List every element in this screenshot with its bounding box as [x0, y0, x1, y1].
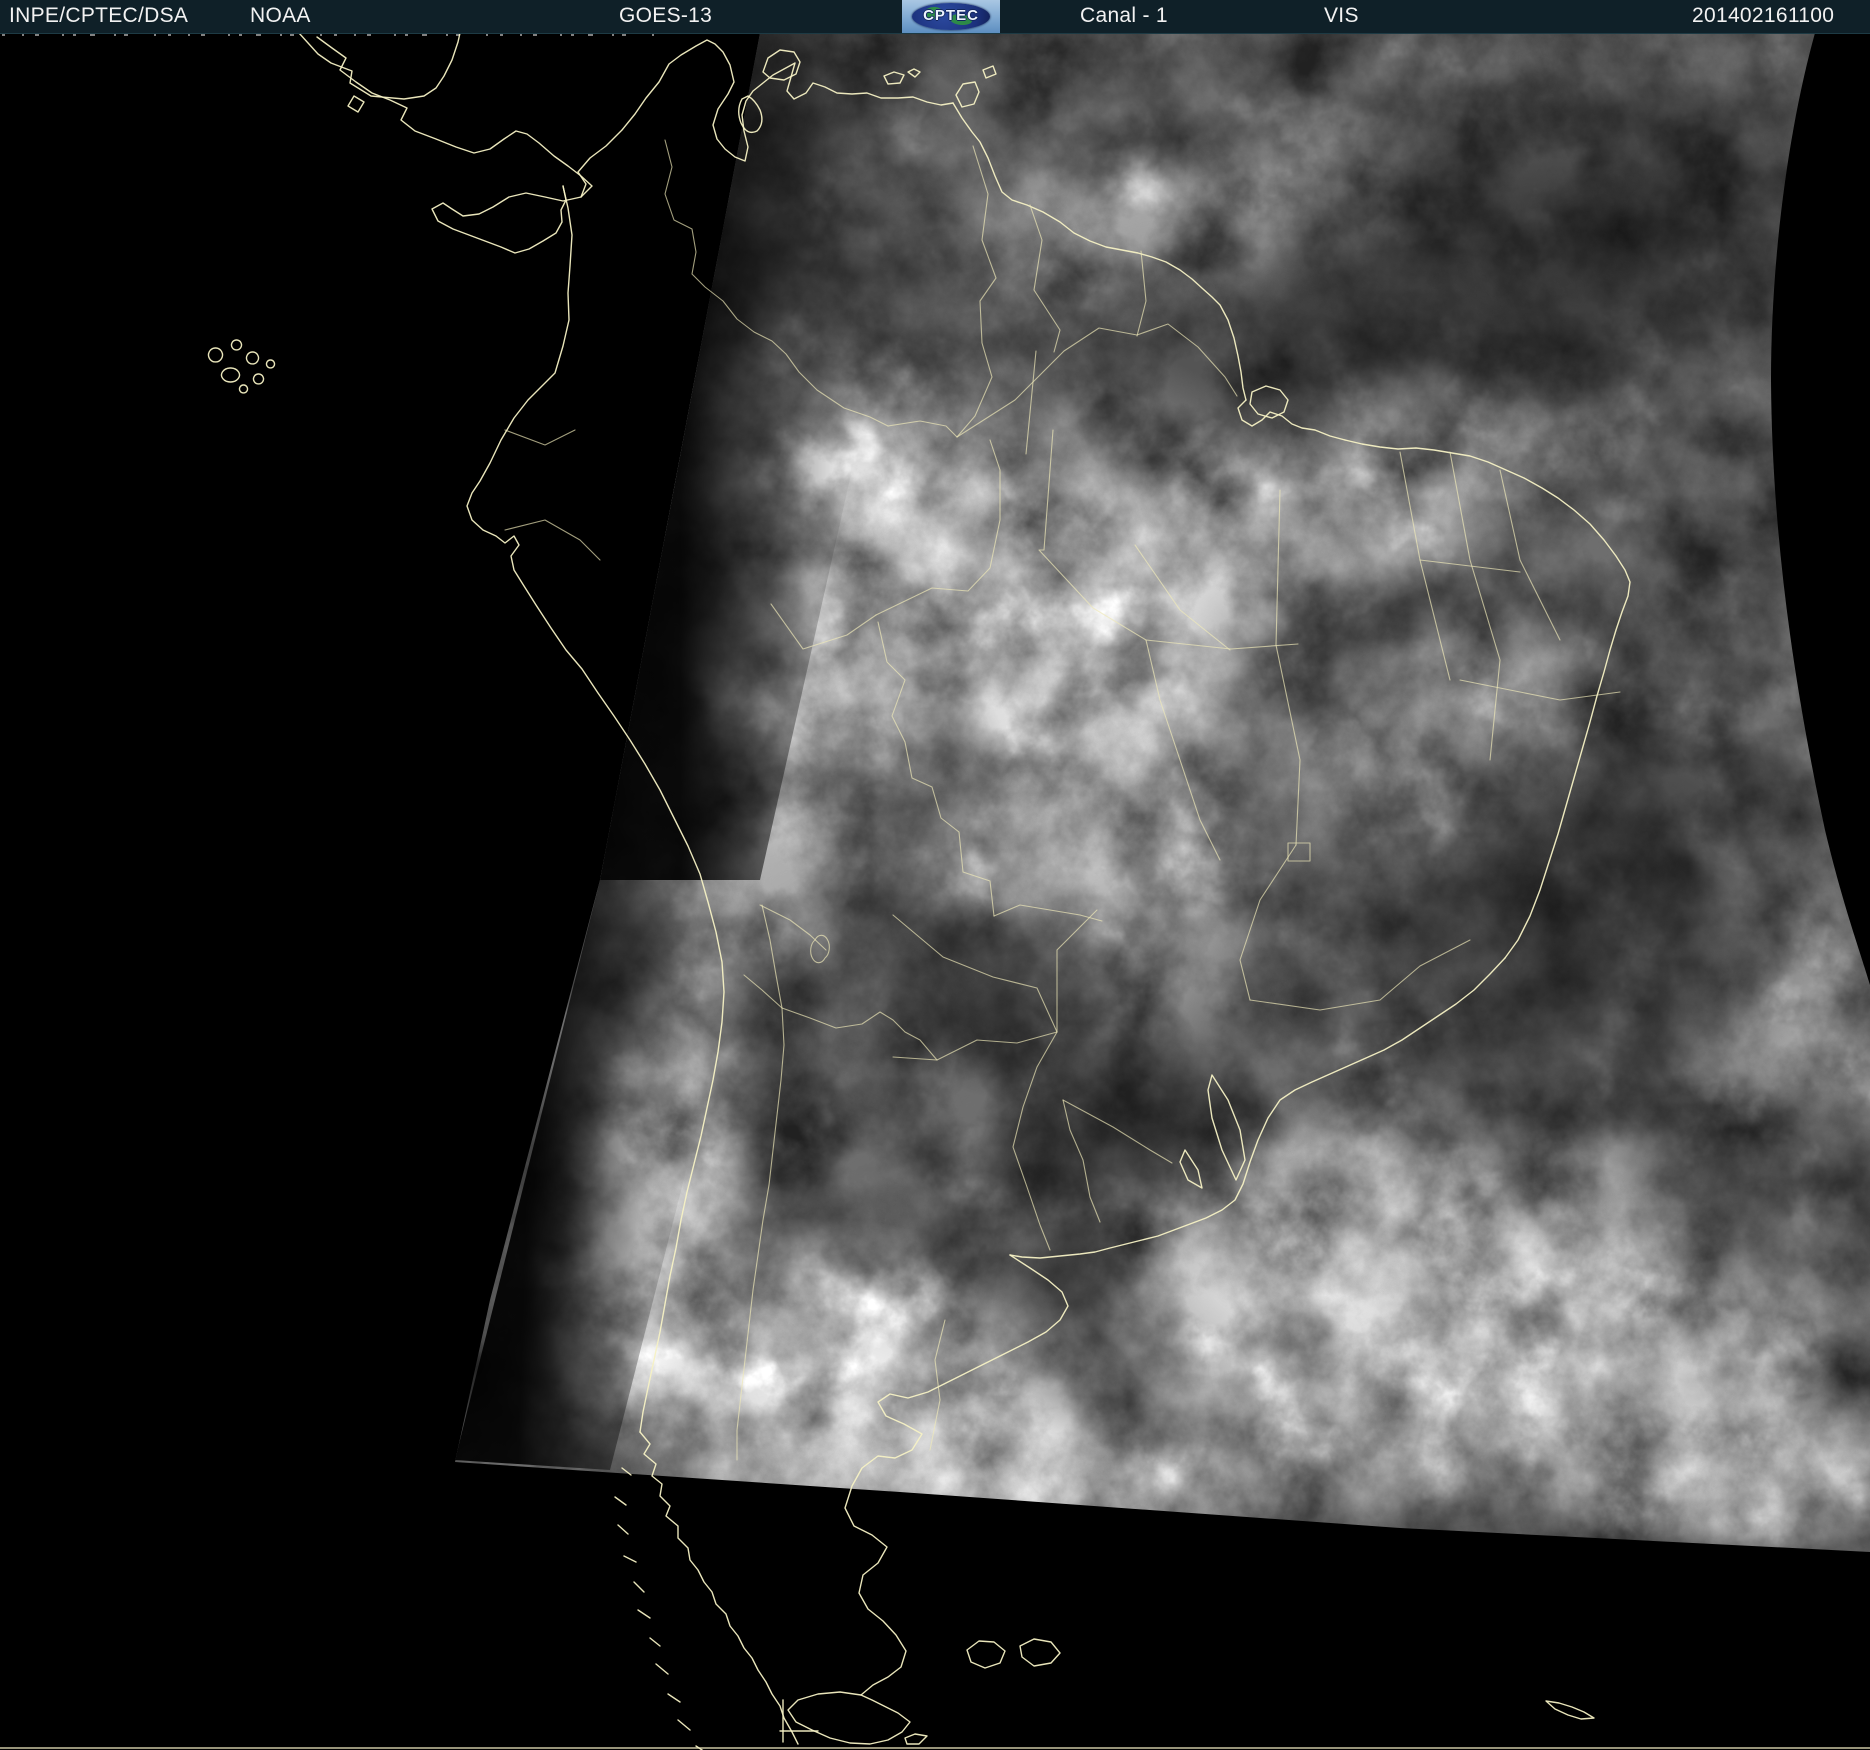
border-south-georgia: [1545, 1700, 1595, 1720]
border-ecuador-peru-border: [504, 519, 601, 561]
border-ecuador-colombia-border: [504, 429, 576, 446]
border-central-america-coast: [316, 36, 593, 254]
border-falklands-west: [966, 1640, 1006, 1669]
cptec-logo: CPTEC: [902, 0, 1000, 33]
product-source-label: INPE/CPTEC/DSA: [9, 4, 189, 27]
channel-label: Canal - 1: [1080, 4, 1168, 27]
border-fjord-islands: [614, 1467, 704, 1750]
title-bar: INPE/CPTEC/DSA NOAA GOES-13 CPTEC Canal …: [0, 0, 1870, 34]
border-galapagos-islands: [207, 339, 276, 394]
border-tierra-del-fuego: [787, 1691, 911, 1745]
satellite-image-area: [0, 33, 1870, 1750]
cloud-layer: [455, 33, 1870, 1552]
border-lake-nicaragua: [347, 95, 365, 113]
band-label: VIS: [1324, 4, 1359, 27]
border-yucatan-coast: [298, 33, 461, 100]
cloud-zone-amazon-river-dark: [795, 650, 1015, 930]
goes13-visible-image: [0, 33, 1870, 1750]
timestamp-label: 201402161100: [1692, 4, 1835, 27]
agency-label: NOAA: [250, 4, 311, 27]
cloud-zone-right-ocean: [1310, 660, 1870, 1140]
border-falklands-east: [1019, 1638, 1061, 1667]
border-isla-de-los-estados: [904, 1733, 928, 1745]
satellite-label: GOES-13: [619, 4, 713, 27]
logo-text: CPTEC: [923, 7, 979, 24]
